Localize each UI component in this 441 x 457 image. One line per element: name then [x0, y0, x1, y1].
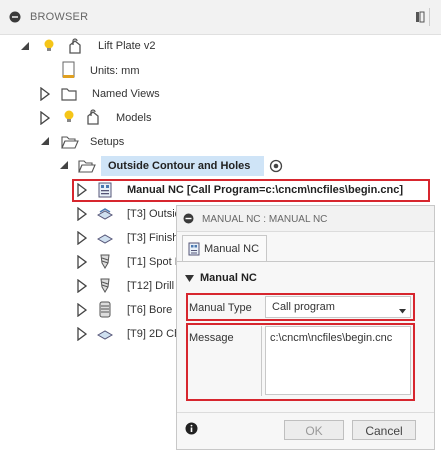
dialog-collapse-icon[interactable]	[183, 213, 194, 227]
browser-title: BROWSER	[30, 11, 89, 23]
tree-row-root[interactable]: Lift Plate v2	[0, 36, 441, 58]
section-header[interactable]: Manual NC	[185, 271, 425, 287]
tree-label-op: [T9] 2D Ch	[127, 328, 176, 340]
document-settings-icon	[62, 61, 76, 82]
tree-row-op[interactable]: [T12] Drill	[0, 275, 176, 297]
tree-label-models: Models	[116, 112, 152, 124]
collapse-icon[interactable]	[9, 11, 21, 23]
finish-operation-icon	[96, 230, 114, 249]
tree-label-root: Lift Plate v2	[98, 40, 156, 52]
message-highlight	[186, 323, 415, 401]
manual-nc-row-highlight	[72, 179, 430, 202]
tree-label-op: [T1] Spot D	[127, 256, 176, 268]
collapsed-arrow-icon[interactable]	[77, 254, 88, 272]
collapsed-arrow-icon[interactable]	[77, 326, 88, 344]
collapsed-arrow-icon[interactable]	[40, 86, 51, 104]
tree-row-setup[interactable]: Outside Contour and Holes	[0, 155, 441, 177]
tab-label: Manual NC	[204, 243, 260, 255]
tree-row-units[interactable]: Units: mm	[0, 60, 441, 82]
expanded-arrow-icon[interactable]	[20, 41, 30, 54]
tree-row-op[interactable]: [T6] Bore	[0, 299, 176, 321]
drill-icon	[97, 277, 113, 297]
manual-nc-tab-icon	[188, 242, 200, 259]
section-expanded-icon	[185, 274, 194, 286]
lightbulb-icon[interactable]	[63, 109, 75, 128]
expanded-arrow-icon[interactable]	[59, 160, 69, 173]
browser-header-divider	[429, 8, 430, 26]
manual-nc-dialog: MANUAL NC : MANUAL NC Manual NC Manual N…	[176, 205, 435, 450]
tree-row-op[interactable]: [T3] Outsid	[0, 203, 176, 225]
info-icon[interactable]	[185, 422, 198, 438]
manual-type-highlight	[186, 293, 415, 321]
panel-resize-icon[interactable]	[415, 11, 425, 23]
tree-row-op[interactable]: [T9] 2D Ch	[0, 323, 176, 345]
tree-label-op: [T3] Finish	[127, 232, 176, 244]
collapsed-arrow-icon[interactable]	[77, 230, 88, 248]
collapsed-arrow-icon[interactable]	[77, 278, 88, 296]
collapsed-arrow-icon[interactable]	[40, 110, 51, 128]
tree-label-op: [T12] Drill	[127, 280, 175, 292]
spot-drill-icon	[97, 253, 113, 273]
browser-header: BROWSER	[0, 0, 441, 35]
tree-label-units: Units: mm	[90, 65, 140, 77]
chamfer-icon	[96, 326, 114, 345]
tree-row-models[interactable]: Models	[0, 107, 441, 129]
folder-icon	[61, 87, 77, 104]
section-title: Manual NC	[200, 272, 257, 284]
dialog-titlebar: MANUAL NC : MANUAL NC	[177, 206, 434, 232]
tree-label-op: [T6] Bore	[127, 304, 173, 316]
component-icon	[85, 108, 101, 129]
open-folder-icon	[61, 135, 79, 152]
expanded-arrow-icon[interactable]	[40, 136, 50, 149]
active-setup-radio-icon[interactable]	[269, 159, 283, 176]
tab-manual-nc[interactable]: Manual NC	[182, 235, 267, 262]
bore-icon	[98, 301, 112, 321]
cancel-button[interactable]: Cancel	[352, 420, 416, 440]
open-folder-icon	[78, 159, 96, 176]
contour-operation-icon	[96, 206, 114, 225]
tree-label-op: [T3] Outsid	[127, 208, 176, 220]
tree-label-setup: Outside Contour and Holes	[108, 160, 251, 172]
dialog-title: MANUAL NC : MANUAL NC	[202, 214, 328, 225]
tree-row-op[interactable]: [T1] Spot D	[0, 251, 176, 273]
tree-row-named-views[interactable]: Named Views	[0, 83, 441, 105]
ok-button[interactable]: OK	[284, 420, 344, 440]
tree-label-named-views: Named Views	[92, 88, 160, 100]
lightbulb-icon[interactable]	[43, 38, 55, 57]
tree-label-setups: Setups	[90, 136, 125, 148]
tree-row-setups[interactable]: Setups	[0, 131, 441, 153]
tree-row-op[interactable]: [T3] Finish	[0, 227, 176, 249]
component-icon	[67, 37, 83, 58]
tab-divider	[177, 261, 434, 262]
collapsed-arrow-icon[interactable]	[77, 302, 88, 320]
collapsed-arrow-icon[interactable]	[77, 206, 88, 224]
footer-divider	[177, 412, 434, 413]
